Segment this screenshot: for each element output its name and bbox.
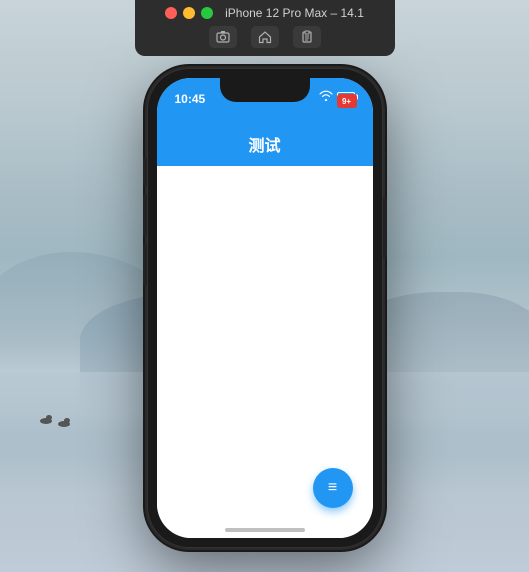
simulator-toolbar: iPhone 12 Pro Max – 14.1 — [135, 0, 395, 56]
app-title: 测试 — [248, 132, 280, 156]
volume-down-button[interactable] — [143, 244, 147, 286]
app-content: ≡ — [157, 166, 373, 538]
wifi-icon — [319, 90, 333, 104]
toolbar-top-row: iPhone 12 Pro Max – 14.1 — [165, 6, 364, 20]
notch — [220, 78, 310, 102]
fab-button[interactable]: ≡ — [313, 468, 353, 508]
traffic-light-red[interactable] — [165, 7, 177, 19]
notification-badge: 9+ — [337, 94, 357, 108]
volume-up-button[interactable] — [143, 194, 147, 236]
duck-1 — [40, 418, 52, 424]
app-title-bar: 测试 — [157, 122, 373, 166]
power-button[interactable] — [383, 198, 387, 258]
simulator-title: iPhone 12 Pro Max – 14.1 — [225, 6, 364, 20]
traffic-light-green[interactable] — [201, 7, 213, 19]
screenshot-button[interactable] — [209, 26, 237, 48]
status-time: 10:45 — [175, 92, 206, 106]
phone-screen: 9+ 10:45 测试 — [157, 78, 373, 538]
toolbar-actions — [209, 26, 321, 48]
duck-2 — [58, 421, 70, 427]
traffic-light-yellow[interactable] — [183, 7, 195, 19]
fab-icon: ≡ — [328, 480, 337, 496]
home-indicator — [225, 528, 305, 532]
home-button[interactable] — [251, 26, 279, 48]
mute-button[interactable] — [143, 158, 147, 186]
paste-button[interactable] — [293, 26, 321, 48]
phone-frame: 9+ 10:45 测试 — [147, 68, 383, 548]
